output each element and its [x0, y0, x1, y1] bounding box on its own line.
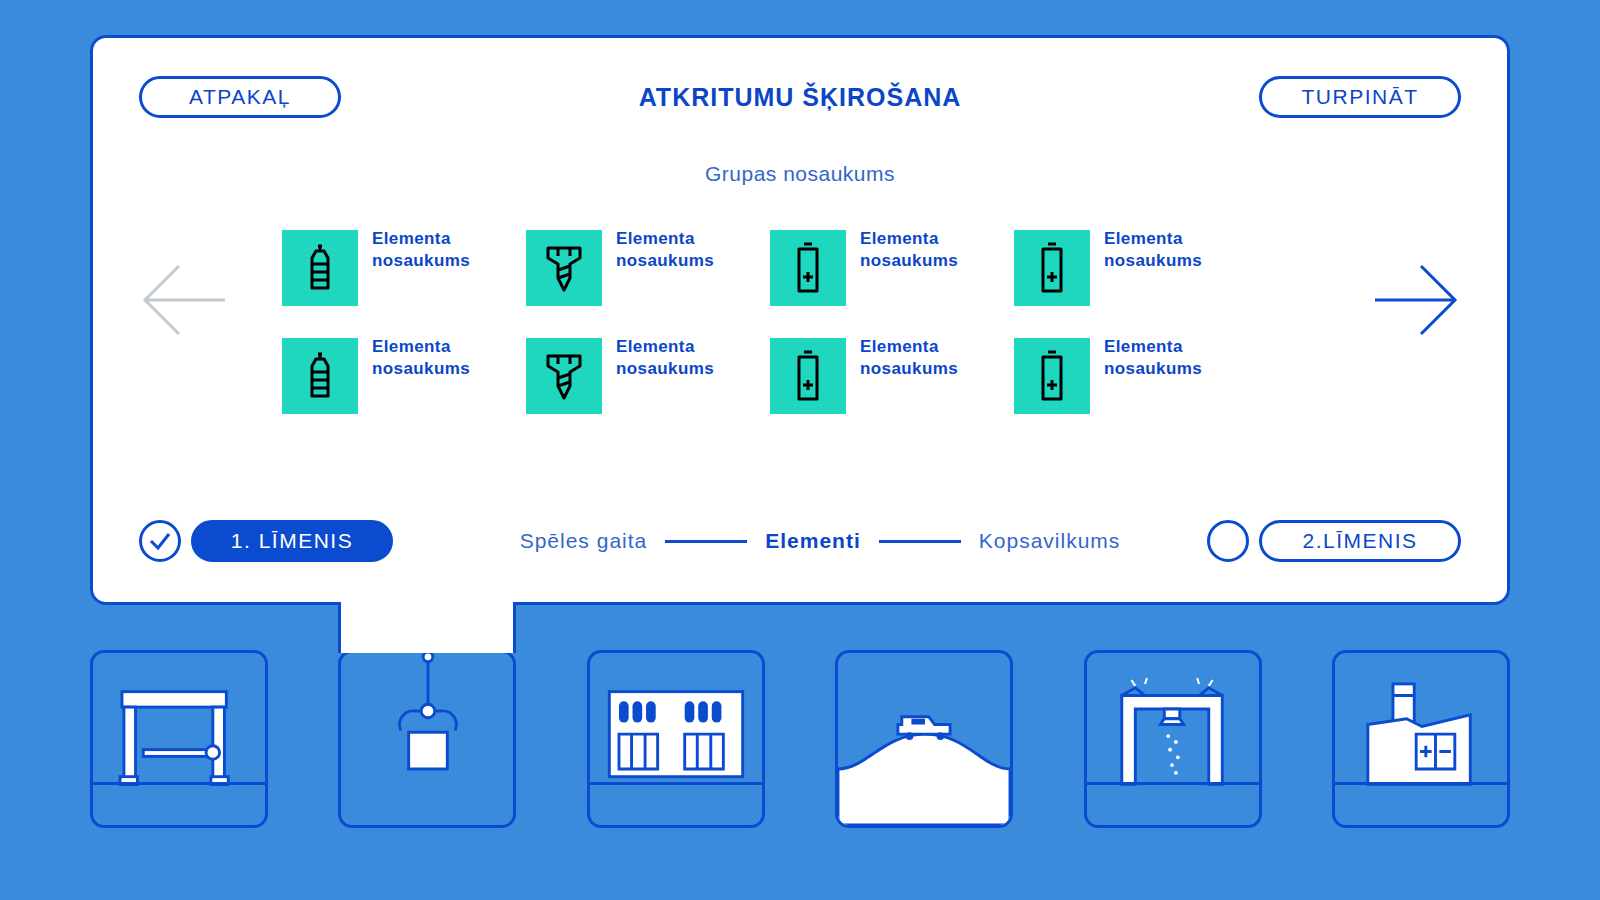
landfill-truck-icon	[838, 653, 1010, 825]
level-group: 2.LĪMENIS	[1207, 520, 1461, 562]
scanner-gate-icon	[1087, 653, 1259, 825]
element-thumb	[1014, 230, 1090, 306]
element-thumb	[282, 338, 358, 414]
element-name: Elementa nosaukums	[616, 228, 734, 272]
station-tile[interactable]	[1084, 650, 1262, 828]
step-connector	[879, 540, 961, 543]
arrow-left-icon	[139, 263, 229, 337]
prev-arrow	[139, 260, 229, 340]
level-group: 1. LĪMENIS	[139, 520, 393, 562]
progress-footer: 1. LĪMENIS Spēles gaita Elementi Kopsavilku…	[139, 520, 1461, 562]
level-button[interactable]: 1. LĪMENIS	[191, 520, 393, 562]
station-tile[interactable]	[338, 650, 516, 828]
next-arrow[interactable]	[1371, 260, 1461, 340]
sorting-shelves-icon	[590, 653, 762, 825]
level-status	[1207, 520, 1249, 562]
level-status	[139, 520, 181, 562]
back-button[interactable]: ATPAKAĻ	[139, 76, 341, 118]
station-bar	[90, 650, 1510, 828]
station-tile[interactable]	[1332, 650, 1510, 828]
bottle-icon	[292, 344, 348, 408]
step-label[interactable]: Elementi	[765, 529, 861, 553]
station-tile[interactable]	[90, 650, 268, 828]
element-name: Elementa nosaukums	[860, 336, 978, 380]
battery-icon	[780, 236, 836, 300]
element-card[interactable]: Elementa nosaukums	[770, 230, 1014, 306]
barrier-gate-icon	[93, 653, 265, 825]
element-card[interactable]: Elementa nosaukums	[282, 230, 526, 306]
screw-icon	[536, 236, 592, 300]
battery-icon	[780, 344, 836, 408]
element-thumb	[282, 230, 358, 306]
battery-factory-icon	[1335, 653, 1507, 825]
element-card[interactable]: Elementa nosaukums	[1014, 230, 1258, 306]
step-label[interactable]: Spēles gaita	[520, 529, 648, 553]
arrow-right-icon	[1371, 263, 1461, 337]
step-label[interactable]: Kopsavilkums	[979, 529, 1121, 553]
element-name: Elementa nosaukums	[372, 336, 490, 380]
element-thumb	[770, 230, 846, 306]
main-panel: ATPAKAĻ ATKRITUMU ŠĶIROŠANA TURPINĀT Grupas…	[90, 35, 1510, 605]
element-thumb	[526, 230, 602, 306]
battery-icon	[1024, 236, 1080, 300]
element-card[interactable]: Elementa nosaukums	[770, 338, 1014, 414]
station-tile[interactable]	[587, 650, 765, 828]
element-card[interactable]: Elementa nosaukums	[526, 230, 770, 306]
step-connector	[665, 540, 747, 543]
element-name: Elementa nosaukums	[1104, 228, 1222, 272]
level-button[interactable]: 2.LĪMENIS	[1259, 520, 1461, 562]
element-card[interactable]: Elementa nosaukums	[526, 338, 770, 414]
element-thumb	[770, 338, 846, 414]
element-name: Elementa nosaukums	[860, 228, 978, 272]
element-thumb	[526, 338, 602, 414]
crane-icon	[341, 653, 513, 825]
element-name: Elementa nosaukums	[1104, 336, 1222, 380]
battery-icon	[1024, 344, 1080, 408]
elements-carousel: Elementa nosaukums Elementa nosaukums Elem…	[139, 230, 1461, 414]
element-card[interactable]: Elementa nosaukums	[1014, 338, 1258, 414]
elements-grid: Elementa nosaukums Elementa nosaukums Elem…	[282, 230, 1258, 414]
element-name: Elementa nosaukums	[616, 336, 734, 380]
element-thumb	[1014, 338, 1090, 414]
element-name: Elementa nosaukums	[372, 228, 490, 272]
header-bar: ATPAKAĻ ATKRITUMU ŠĶIROŠANA TURPINĀT	[139, 76, 1461, 118]
screw-icon	[536, 344, 592, 408]
station-tile[interactable]	[835, 650, 1013, 828]
element-card[interactable]: Elementa nosaukums	[282, 338, 526, 414]
continue-button[interactable]: TURPINĀT	[1259, 76, 1461, 118]
step-indicator: Spēles gaita Elementi Kopsavilkums	[520, 529, 1121, 553]
group-title: Grupas nosaukums	[139, 162, 1461, 186]
bottle-icon	[292, 236, 348, 300]
page-title: ATKRITUMU ŠĶIROŠANA	[639, 83, 962, 112]
check-icon	[148, 531, 172, 551]
